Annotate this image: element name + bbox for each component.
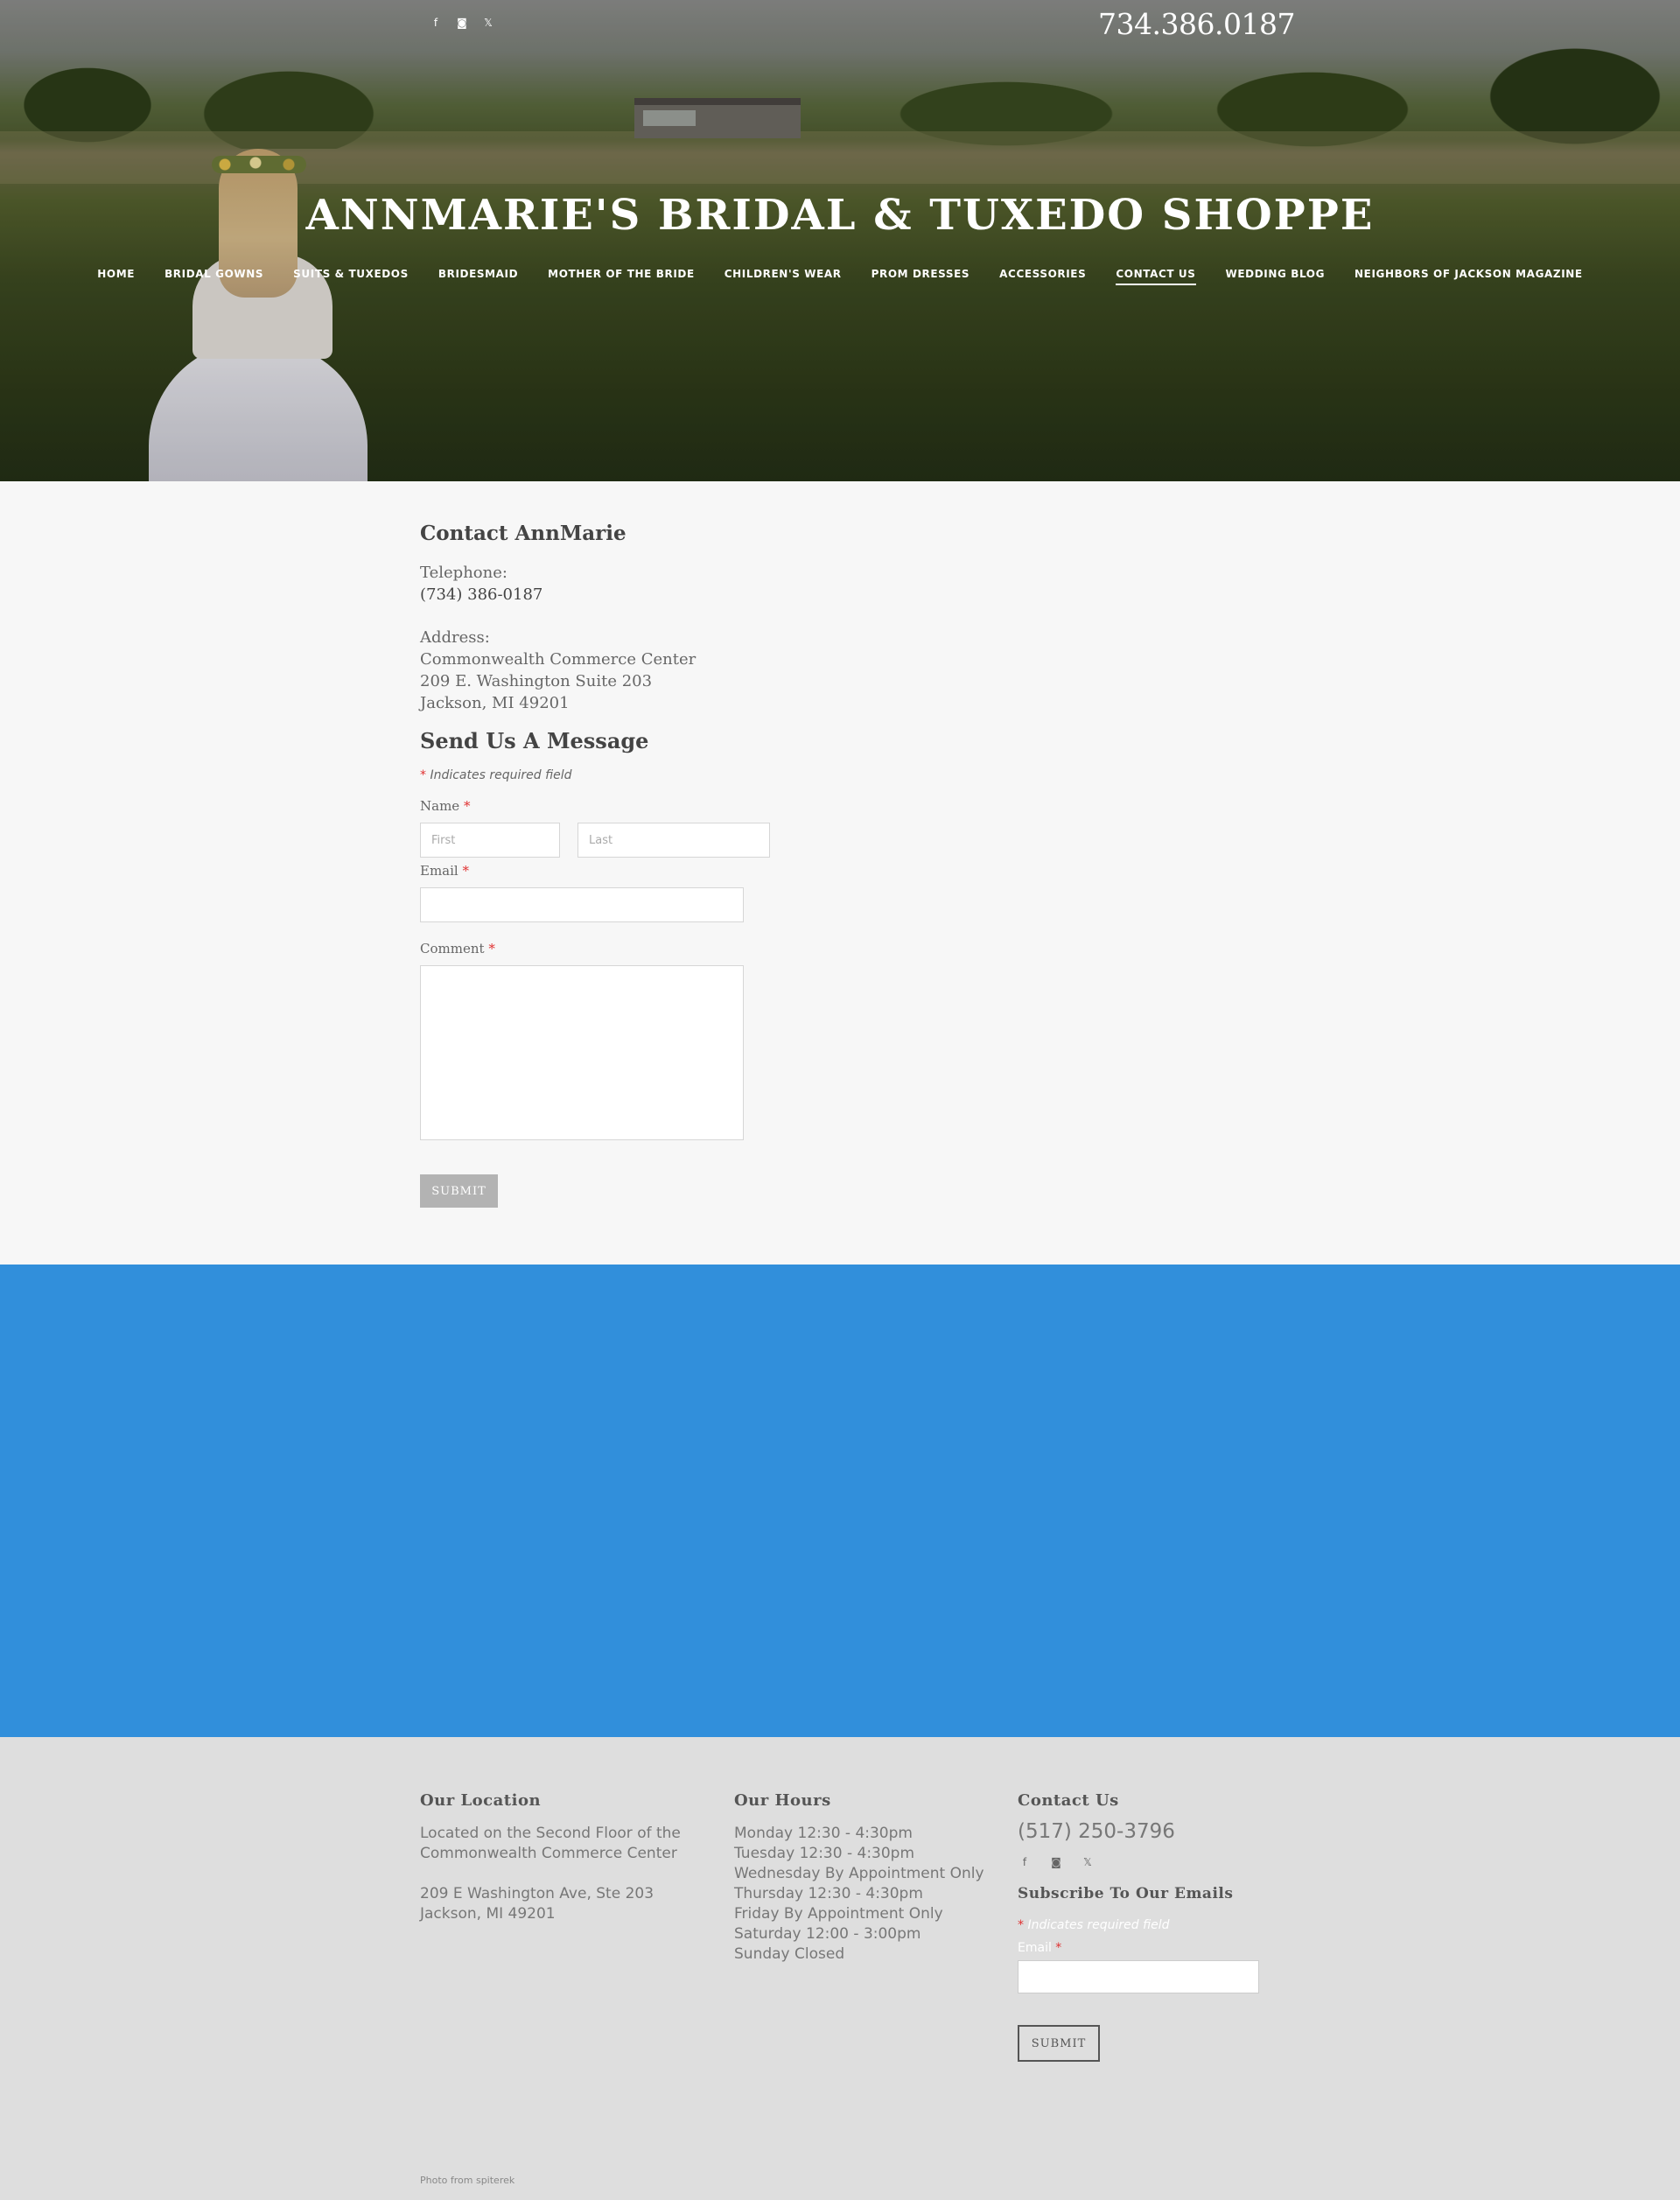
contact-info: Telephone: (734) 386-0187 Address: Commo…	[420, 562, 696, 714]
comment-label: Comment *	[420, 941, 495, 956]
footer-location-title: Our Location	[420, 1791, 542, 1810]
email-input[interactable]	[420, 887, 744, 922]
main-nav: HOME BRIDAL GOWNS SUITS & TUXEDOS BRIDES…	[0, 264, 1680, 285]
required-note: * Indicates required field	[420, 768, 572, 782]
hours-line: Saturday 12:00 - 3:00pm	[734, 1925, 921, 1943]
footer-hours: Our Hours Monday 12:30 - 4:30pm Tuesday …	[734, 1791, 997, 1965]
hours-line: Friday By Appointment Only	[734, 1905, 943, 1923]
hours-line: Thursday 12:30 - 4:30pm	[734, 1885, 923, 1902]
nav-bridal-gowns[interactable]: BRIDAL GOWNS	[150, 264, 278, 285]
contact-title: Contact AnnMarie	[420, 522, 626, 545]
email-label: Email *	[420, 863, 469, 879]
nav-wedding-blog[interactable]: WEDDING BLOG	[1211, 264, 1340, 285]
nav-neighbors-magazine[interactable]: NEIGHBORS OF JACKSON MAGAZINE	[1340, 264, 1598, 285]
facebook-icon[interactable]: f	[1018, 1855, 1032, 1869]
nav-bridesmaid[interactable]: BRIDESMAID	[424, 264, 533, 285]
footer-location: Our Location Located on the Second Floor…	[420, 1791, 700, 1924]
location-line: Located on the Second Floor of the	[420, 1825, 681, 1842]
nav-suits-tuxedos[interactable]: SUITS & TUXEDOS	[278, 264, 424, 285]
photo-credit[interactable]: Photo from spiterek	[420, 2175, 514, 2186]
subscribe-required-note: * Indicates required field	[1018, 1918, 1170, 1932]
hours-line: Wednesday By Appointment Only	[734, 1865, 984, 1882]
telephone-label: Telephone:	[420, 564, 508, 582]
subscribe-email-input[interactable]	[1018, 1960, 1259, 1993]
location-line: Jackson, MI 49201	[420, 1905, 556, 1923]
name-label: Name *	[420, 798, 471, 814]
nav-childrens-wear[interactable]: CHILDREN'S WEAR	[710, 264, 857, 285]
telephone-value[interactable]: (734) 386-0187	[420, 584, 696, 606]
map-band	[0, 1265, 1680, 1737]
nav-prom-dresses[interactable]: PROM DRESSES	[857, 264, 985, 285]
nav-accessories[interactable]: ACCESSORIES	[984, 264, 1101, 285]
nav-home[interactable]: HOME	[82, 264, 150, 285]
instagram-icon[interactable]: ◙	[455, 16, 469, 30]
x-icon[interactable]: 𝕏	[1081, 1855, 1095, 1869]
subscribe-email-label: Email *	[1018, 1941, 1062, 1955]
facebook-icon[interactable]: f	[429, 16, 443, 30]
footer-contact-title: Contact Us	[1018, 1791, 1119, 1810]
footer-social-links: f ◙ 𝕏	[1018, 1855, 1280, 1869]
hours-line: Tuesday 12:30 - 4:30pm	[734, 1845, 915, 1862]
x-icon[interactable]: 𝕏	[481, 16, 495, 30]
site-title[interactable]: ANNMARIE'S BRIDAL & TUXEDO SHOPPE	[0, 191, 1680, 240]
footer-contact: Contact Us (517) 250-3796 f ◙ 𝕏 Subscrib…	[1018, 1791, 1280, 2062]
nav-contact-us[interactable]: CONTACT US	[1101, 264, 1210, 285]
hours-line: Monday 12:30 - 4:30pm	[734, 1825, 913, 1842]
address-label: Address:	[420, 628, 490, 647]
address-line: Jackson, MI 49201	[420, 694, 570, 712]
contact-section: Contact AnnMarie Telephone: (734) 386-01…	[0, 481, 1680, 1265]
address-line: 209 E. Washington Suite 203	[420, 672, 653, 690]
hours-line: Sunday Closed	[734, 1945, 845, 1963]
subscribe-title: Subscribe To Our Emails	[1018, 1885, 1234, 1902]
message-form-title: Send Us A Message	[420, 728, 649, 753]
hero-banner: f ◙ 𝕏 734.386.0187 ANNMARIE'S BRIDAL & T…	[0, 0, 1680, 481]
first-name-input[interactable]: First	[420, 823, 560, 858]
subscribe-submit-button[interactable]: SUBMIT	[1018, 2025, 1100, 2062]
comment-textarea[interactable]	[420, 965, 744, 1140]
location-line: Commonwealth Commerce Center	[420, 1845, 677, 1862]
header-social-links: f ◙ 𝕏	[429, 16, 495, 30]
footer-phone[interactable]: (517) 250-3796	[1018, 1820, 1280, 1843]
header-phone[interactable]: 734.386.0187	[1098, 7, 1295, 41]
nav-mother-of-the-bride[interactable]: MOTHER OF THE BRIDE	[533, 264, 710, 285]
address-line: Commonwealth Commerce Center	[420, 650, 696, 669]
instagram-icon[interactable]: ◙	[1049, 1855, 1063, 1869]
last-name-input[interactable]: Last	[578, 823, 770, 858]
location-line: 209 E Washington Ave, Ste 203	[420, 1885, 654, 1902]
required-asterisk: *	[420, 768, 426, 782]
footer: Our Location Located on the Second Floor…	[0, 1737, 1680, 2200]
message-submit-button[interactable]: SUBMIT	[420, 1174, 498, 1208]
footer-hours-title: Our Hours	[734, 1791, 831, 1810]
